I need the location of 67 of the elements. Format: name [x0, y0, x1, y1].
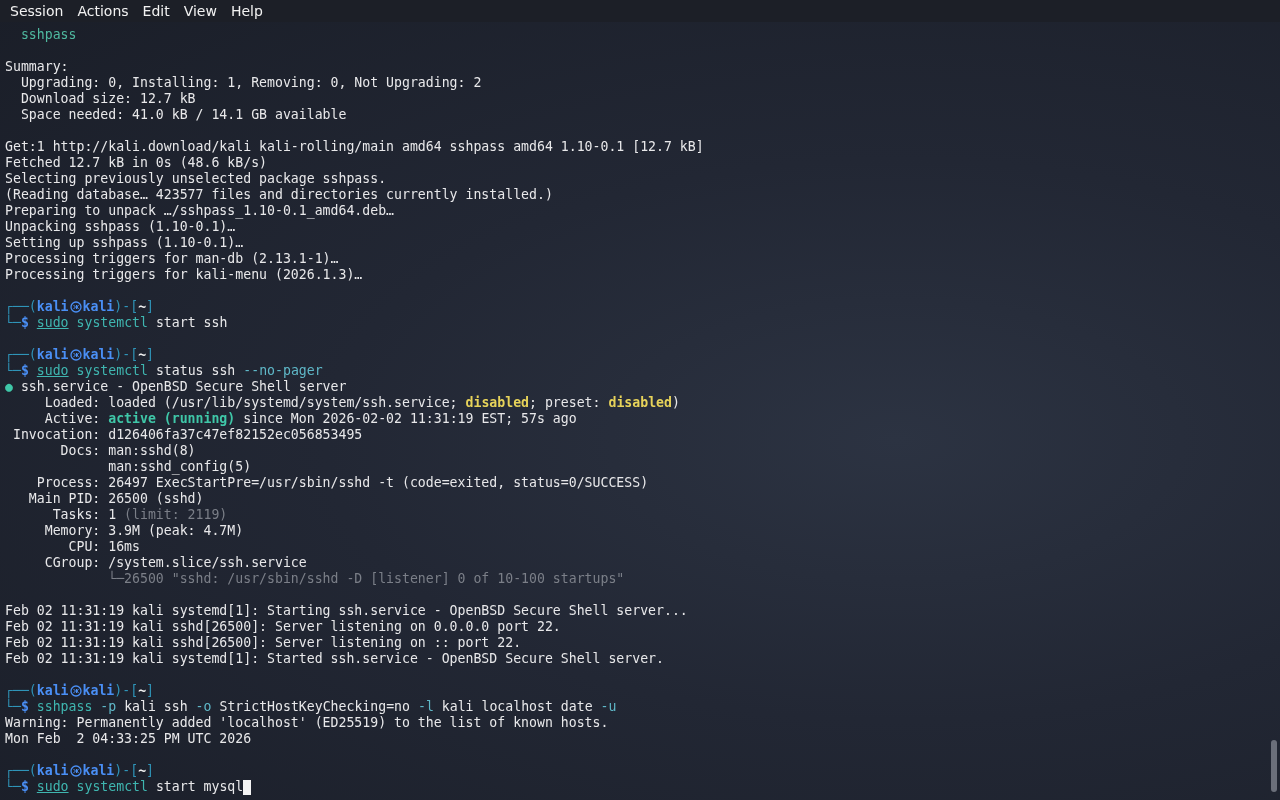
- output-line: Docs: man:sshd(8): [59, 443, 196, 459]
- circled-mark-icon: [69, 765, 82, 777]
- output-line: Setting up sshpass (1.10-0.1)…: [5, 235, 244, 251]
- output-line: CPU: 16ms: [67, 539, 140, 555]
- prompt-frame: ┌──(: [5, 763, 37, 779]
- output-line: Download size: 12.7 kB: [19, 91, 196, 107]
- prompt-frame: ┌──(: [5, 347, 37, 363]
- prompt-symbol: └─$: [5, 363, 29, 379]
- output-line: Process: 26497 ExecStartPre=/usr/sbin/sshd -t (code=exited, status=0/SUCCESS): [35, 475, 649, 491]
- output-line: └─26500 "sshd: /usr/sbin/sshd -D [listener] 0 of 10-100 startups": [107, 571, 625, 587]
- output-line: Tasks: 1 (limit: 2119): [51, 507, 228, 523]
- output-line: Loaded: loaded (/usr/lib/systemd/system/ssh.service; disabled; preset: disabled): [43, 395, 680, 411]
- prompt-directory: )-[~]: [114, 683, 155, 699]
- output-line: man:sshd_config(5): [107, 459, 252, 475]
- prompt-user: kali: [36, 683, 69, 699]
- output-line: Feb 02 11:31:19 kali systemd[1]: Starting ssh.service - OpenBSD Secure Shell server...: [5, 603, 688, 619]
- output-line: Preparing to unpack …/sshpass_1.10-0.1_amd64.deb…: [5, 203, 395, 219]
- menu-item[interactable]: Session: [3, 0, 71, 22]
- prompt-frame: ┌──(: [5, 299, 37, 315]
- prompt-host: kali: [82, 347, 115, 363]
- circled-mark-icon: [69, 685, 82, 697]
- circled-mark-icon: [69, 301, 82, 313]
- prompt-host: kali: [82, 763, 115, 779]
- prompt-frame: ┌──(: [5, 683, 37, 699]
- prompt-symbol: └─$: [5, 699, 29, 715]
- output-line: sshpass: [19, 27, 77, 43]
- prompt-directory: )-[~]: [114, 299, 155, 315]
- output-line: Fetched 12.7 kB in 0s (48.6 kB/s): [5, 155, 267, 171]
- prompt-host: kali: [82, 683, 115, 699]
- command-text: sshpass -p kali ssh -o StrictHostKeyChecking=no -l kali localhost date -u: [36, 699, 617, 715]
- prompt-symbol: └─$: [5, 315, 29, 331]
- prompt-symbol: └─$: [5, 779, 29, 795]
- prompt-user: kali: [36, 763, 69, 779]
- output-line: Get:1 http://kali.download/kali kali-rolling/main amd64 sshpass amd64 1.10-0.1 [12.7 kB]: [5, 139, 704, 155]
- output-line: Selecting previously unselected package sshpass.: [5, 171, 387, 187]
- output-line: Memory: 3.9M (peak: 4.7M): [43, 523, 244, 539]
- command-text: sudo systemctl start ssh: [36, 315, 228, 331]
- prompt-user: kali: [36, 347, 69, 363]
- circled-mark-icon: [69, 349, 82, 361]
- output-line: Processing triggers for man-db (2.13.1-1)…: [5, 251, 339, 267]
- prompt-user: kali: [36, 299, 69, 315]
- output-line: Warning: Permanently added 'localhost' (ED25519) to the list of known hosts.: [5, 715, 609, 731]
- output-line: Space needed: 41.0 kB / 14.1 GB available: [19, 107, 347, 123]
- output-line: Invocation: d126406fa37c47ef82152ec056853495: [11, 427, 363, 443]
- scrollbar-thumb[interactable]: [1271, 740, 1277, 792]
- output-line: (Reading database… 423577 files and directories currently installed.): [5, 187, 553, 203]
- prompt-directory: )-[~]: [114, 347, 155, 363]
- output-line: Summary:: [5, 59, 69, 75]
- menu-item[interactable]: Edit: [135, 0, 177, 22]
- output-line: Feb 02 11:31:19 kali sshd[26500]: Server listening on 0.0.0.0 port 22.: [5, 619, 561, 635]
- command-text: sudo systemctl start mysql: [36, 779, 244, 795]
- output-line: ● ssh.service - OpenBSD Secure Shell server: [5, 379, 347, 395]
- output-line: Mon Feb 2 04:33:25 PM UTC 2026: [5, 731, 252, 747]
- output-line: Upgrading: 0, Installing: 1, Removing: 0, Not Upgrading: 2: [19, 75, 482, 91]
- menu-item[interactable]: View: [176, 0, 224, 22]
- menu-item[interactable]: Help: [223, 0, 270, 22]
- output-line: Processing triggers for kali-menu (2026.1.3)…: [5, 267, 363, 283]
- menu-item[interactable]: Actions: [70, 0, 136, 22]
- output-line: Active: active (running) since Mon 2026-02-02 11:31:19 EST; 57s ago: [43, 411, 577, 427]
- prompt-host: kali: [82, 299, 115, 315]
- output-line: CGroup: /system.slice/ssh.service: [43, 555, 307, 570]
- prompt-directory: )-[~]: [114, 763, 155, 779]
- output-line: Feb 02 11:31:19 kali systemd[1]: Started ssh.service - OpenBSD Secure Shell server.: [5, 651, 664, 667]
- output-line: Main PID: 26500 (sshd): [27, 491, 204, 507]
- command-text: sudo systemctl status ssh --no-pager: [36, 363, 323, 379]
- output-line: Feb 02 11:31:19 kali sshd[26500]: Server listening on :: port 22.: [5, 635, 522, 651]
- output-line: Unpacking sshpass (1.10-0.1)…: [5, 219, 236, 235]
